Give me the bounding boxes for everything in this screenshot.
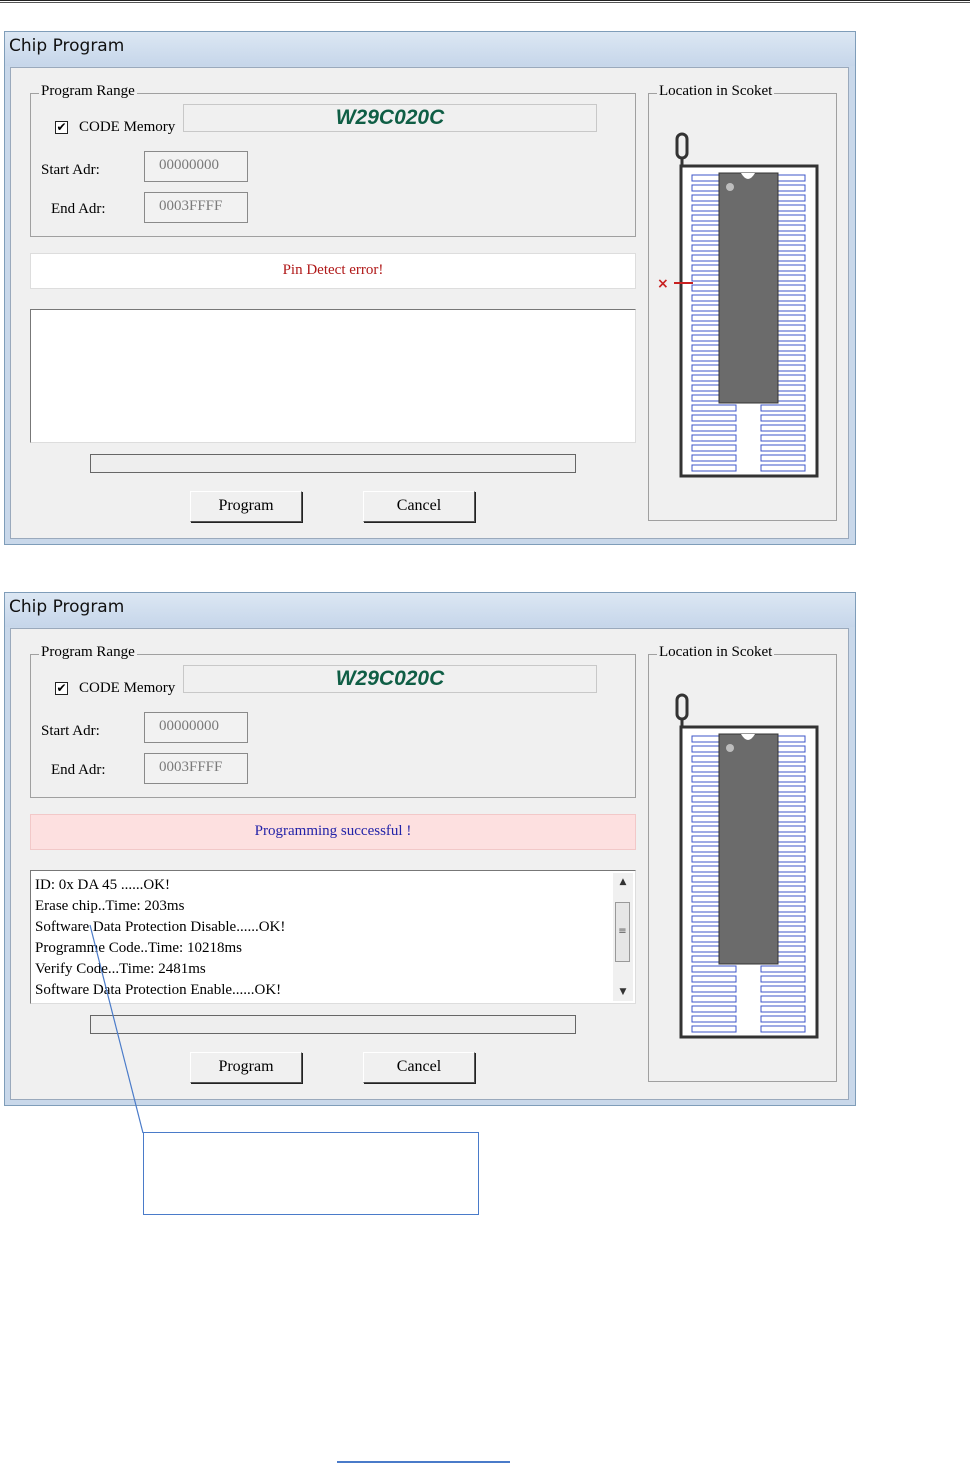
chip-program-dialog-success: Chip Program Program Range W29C020C ✔ CO… [4,592,856,1106]
cancel-button[interactable]: Cancel [363,491,475,522]
end-addr-label: End Adr: [51,201,106,217]
pin-error-marker-icon: × [657,276,669,292]
scroll-thumb[interactable]: ≡ [615,902,630,962]
log-box[interactable] [30,309,636,443]
socket-lever [675,693,689,721]
socket-diagram: × [657,132,819,478]
socket-location-group: Location in Scoket [648,644,837,1082]
scroll-up-arrow-icon[interactable]: ▲ [613,873,633,891]
program-button[interactable]: Program [190,1052,302,1083]
chip-body [718,172,779,404]
end-addr-field[interactable]: 0003FFFF [144,192,248,223]
chip-name-display: W29C020C [183,665,597,693]
code-memory-checkbox[interactable]: ✔ [55,121,68,134]
code-memory-label: CODE Memory [79,680,176,696]
chip-pin1-dot [726,183,734,191]
end-addr-label: End Adr: [51,762,106,778]
scroll-down-arrow-icon[interactable]: ▼ [613,983,633,1001]
title-bar[interactable]: Chip Program [5,32,855,66]
socket-diagram [675,693,819,1039]
log-scrollbar[interactable]: ▲ ≡ ▼ [613,873,633,1001]
top-rule-secondary [0,2,970,3]
chip-body [718,733,779,965]
start-addr-label: Start Adr: [41,723,100,739]
chip-program-dialog-error: Chip Program Program Range W29C020C ✔ CO… [4,31,856,545]
window-title: Chip Program [9,36,125,56]
code-memory-checkbox[interactable]: ✔ [55,682,68,695]
cancel-button[interactable]: Cancel [363,1052,475,1083]
callout-box [143,1132,479,1215]
chip-pin1-dot [726,744,734,752]
status-message: Pin Detect error! [30,253,636,289]
program-range-group: Program Range W29C020C ✔ CODE Memory Sta… [30,83,636,237]
program-button[interactable]: Program [190,491,302,522]
program-range-group: Program Range W29C020C ✔ CODE Memory Sta… [30,644,636,798]
program-range-legend: Program Range [39,83,137,100]
start-addr-field[interactable]: 00000000 [144,712,248,743]
end-addr-field[interactable]: 0003FFFF [144,753,248,784]
log-line: Programme Code..Time: 10218ms [35,940,242,956]
program-range-legend: Program Range [39,644,137,661]
log-line: Software Data Protection Disable......OK… [35,919,286,935]
window-title: Chip Program [9,597,125,617]
socket-lever [675,132,689,160]
socket-location-group: Location in Scoket × [648,83,837,521]
code-memory-label: CODE Memory [79,119,176,135]
title-bar[interactable]: Chip Program [5,593,855,627]
log-lines: ID: 0x DA 45 ......OK! Erase chip..Time: … [31,871,635,1001]
log-line: Erase chip..Time: 203ms [35,898,185,914]
progress-bar [90,1015,576,1034]
progress-bar [90,454,576,473]
log-line: Verify Code...Time: 2481ms [35,961,206,977]
dialog-client: Program Range W29C020C ✔ CODE Memory Sta… [10,628,849,1100]
log-line: ID: 0x DA 45 ......OK! [35,877,170,893]
chip-name-display: W29C020C [183,104,597,132]
dialog-client: Program Range W29C020C ✔ CODE Memory Sta… [10,67,849,539]
start-addr-label: Start Adr: [41,162,100,178]
start-addr-field[interactable]: 00000000 [144,151,248,182]
status-message: Programming successful ! [30,814,636,850]
top-rule [0,0,970,1]
log-line: Software Data Protection Enable......OK! [35,982,282,998]
log-box[interactable]: ID: 0x DA 45 ......OK! Erase chip..Time: … [30,870,636,1004]
